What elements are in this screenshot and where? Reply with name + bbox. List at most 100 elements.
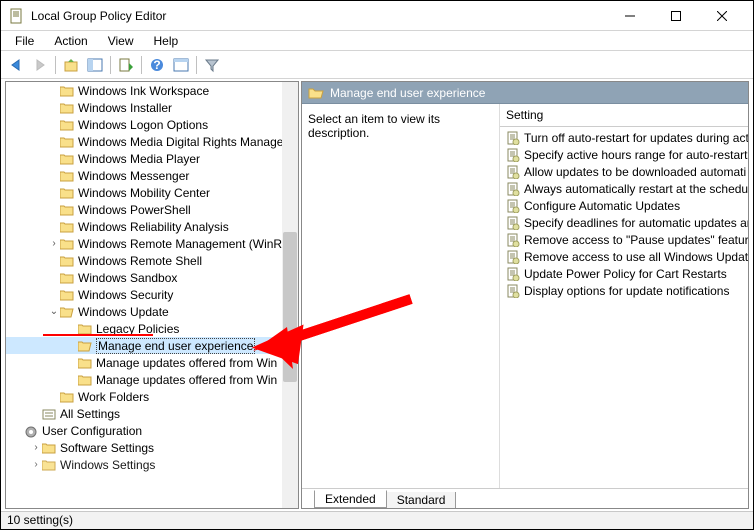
setting-item[interactable]: Remove access to "Pause updates" feature <box>500 231 748 248</box>
show-hide-tree-button[interactable] <box>84 54 106 76</box>
tree-item[interactable]: ⌄Windows Update <box>6 303 298 320</box>
setting-item[interactable]: Remove access to use all Windows Update <box>500 248 748 265</box>
tree-item-label: All Settings <box>60 407 120 421</box>
minimize-button[interactable] <box>607 1 653 31</box>
tree-item[interactable]: Windows Ink Workspace <box>6 82 298 99</box>
tree-item-label: Windows Mobility Center <box>78 186 210 200</box>
tree-item[interactable]: › Windows Remote Management (WinR <box>6 235 298 252</box>
tree-item-label: Windows Messenger <box>78 169 189 183</box>
menu-action[interactable]: Action <box>46 32 95 50</box>
tree-item[interactable]: Windows Messenger <box>6 167 298 184</box>
tree-item[interactable]: Legacy Policies <box>6 320 298 337</box>
folder-icon <box>60 136 74 148</box>
tree-item[interactable]: › Software Settings <box>6 439 298 456</box>
tree-item[interactable]: Windows Installer <box>6 99 298 116</box>
tree-item-label: Software Settings <box>60 441 154 455</box>
setting-item[interactable]: Display options for update notifications <box>500 282 748 299</box>
folder-icon <box>60 221 74 233</box>
tree-item[interactable]: Windows Media Digital Rights Manage <box>6 133 298 150</box>
gear-icon <box>24 425 38 437</box>
tree-item-label: Windows Media Player <box>78 152 200 166</box>
tree-item-label: Windows Media Digital Rights Manage <box>78 135 283 149</box>
close-button[interactable] <box>699 1 745 31</box>
tree-item[interactable]: Windows PowerShell <box>6 201 298 218</box>
setting-label: Specify active hours range for auto-rest… <box>524 148 748 162</box>
tree-item[interactable]: Windows Security <box>6 286 298 303</box>
tree-item[interactable]: Windows Reliability Analysis <box>6 218 298 235</box>
back-button[interactable] <box>5 54 27 76</box>
tree-item[interactable]: Manage updates offered from Win <box>6 354 298 371</box>
menu-help[interactable]: Help <box>146 32 187 50</box>
tree-item[interactable]: Work Folders <box>6 388 298 405</box>
setting-column-header[interactable]: Setting <box>500 104 748 127</box>
tab-standard[interactable]: Standard <box>386 492 457 509</box>
tree-item-label: Manage end user experience <box>96 338 255 354</box>
folder-icon <box>60 204 74 216</box>
policy-icon <box>506 284 520 298</box>
menu-view[interactable]: View <box>100 32 142 50</box>
menu-file[interactable]: File <box>7 32 42 50</box>
scrollbar[interactable] <box>282 82 298 508</box>
tree-view[interactable]: Windows Ink WorkspaceWindows InstallerWi… <box>6 82 298 508</box>
tree-item[interactable]: Windows Mobility Center <box>6 184 298 201</box>
setting-label: Display options for update notifications <box>524 284 729 298</box>
folder-open-icon <box>308 86 324 100</box>
tree-item[interactable]: Windows Sandbox <box>6 269 298 286</box>
tree-item-label: Windows Sandbox <box>78 271 177 285</box>
tree-item[interactable]: Manage updates offered from Win <box>6 371 298 388</box>
toolbar: ? <box>1 51 753 79</box>
titlebar: Local Group Policy Editor <box>1 1 753 31</box>
caret-right-icon[interactable]: › <box>48 238 60 249</box>
setting-label: Turn off auto-restart for updates during… <box>524 131 748 145</box>
tree-item[interactable]: All Settings <box>6 405 298 422</box>
tree-item-label: Work Folders <box>78 390 149 404</box>
folder-icon <box>60 119 74 131</box>
up-button[interactable] <box>60 54 82 76</box>
folder-icon <box>60 391 74 403</box>
tree-item[interactable]: Windows Media Player <box>6 150 298 167</box>
caret-right-icon[interactable]: › <box>30 442 42 453</box>
description-text: Select an item to view its description. <box>308 112 440 140</box>
setting-item[interactable]: Allow updates to be downloaded automati <box>500 163 748 180</box>
window-controls <box>607 1 745 31</box>
export-list-button[interactable] <box>115 54 137 76</box>
forward-button[interactable] <box>29 54 51 76</box>
folder-icon <box>42 459 56 471</box>
tree-item[interactable]: User Configuration <box>6 422 298 439</box>
folder-icon <box>60 272 74 284</box>
setting-item[interactable]: Specify deadlines for automatic updates … <box>500 214 748 231</box>
scrollbar-thumb[interactable] <box>283 232 297 382</box>
maximize-button[interactable] <box>653 1 699 31</box>
toolbar-separator <box>196 56 197 74</box>
policy-icon <box>506 131 520 145</box>
setting-item[interactable]: Specify active hours range for auto-rest… <box>500 146 748 163</box>
folder-icon <box>42 442 56 454</box>
tree-item[interactable]: Windows Remote Shell <box>6 252 298 269</box>
details-body: Select an item to view its description. … <box>302 104 748 488</box>
setting-item[interactable]: Update Power Policy for Cart Restarts <box>500 265 748 282</box>
settings-sheet-icon <box>42 408 56 420</box>
setting-item[interactable]: Configure Automatic Updates <box>500 197 748 214</box>
menubar: File Action View Help <box>1 31 753 51</box>
tree-item-label: Windows Remote Management (WinR <box>78 237 282 251</box>
folder-open-icon <box>78 340 92 352</box>
setting-label: Remove access to use all Windows Update <box>524 250 748 264</box>
setting-item[interactable]: Always automatically restart at the sche… <box>500 180 748 197</box>
help-button[interactable]: ? <box>146 54 168 76</box>
policy-icon <box>506 233 520 247</box>
filter-button[interactable] <box>201 54 223 76</box>
details-pane: Manage end user experience Select an ite… <box>301 81 749 509</box>
settings-list[interactable]: Turn off auto-restart for updates during… <box>500 127 748 301</box>
folder-open-icon <box>60 306 74 318</box>
policy-icon <box>506 216 520 230</box>
caret-down-icon[interactable]: ⌄ <box>48 306 60 317</box>
tree-item-label: User Configuration <box>42 424 142 438</box>
tab-extended[interactable]: Extended <box>314 490 387 508</box>
tree-item[interactable]: Manage end user experience <box>6 337 298 354</box>
tree-item[interactable]: ›Windows Settings <box>6 456 298 473</box>
setting-item[interactable]: Turn off auto-restart for updates during… <box>500 129 748 146</box>
tree-item[interactable]: Windows Logon Options <box>6 116 298 133</box>
caret-right-icon[interactable]: › <box>30 459 42 470</box>
main-split: Windows Ink WorkspaceWindows InstallerWi… <box>1 79 753 511</box>
properties-button[interactable] <box>170 54 192 76</box>
